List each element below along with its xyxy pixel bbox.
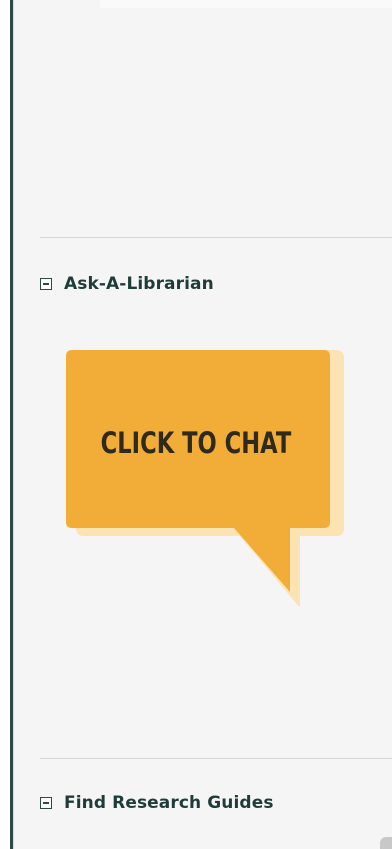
section-title: Find Research Guides (64, 793, 274, 813)
chat-label: CLICK TO CHAT (100, 426, 292, 460)
chat-button[interactable]: CLICK TO CHAT (62, 346, 352, 606)
section-title: Ask-A-Librarian (64, 274, 214, 294)
sidebar-top-strip (100, 0, 392, 8)
section-header-find-research-guides[interactable]: Find Research Guides (40, 791, 274, 815)
collapse-icon[interactable] (40, 797, 52, 809)
chat-bubble-icon (66, 350, 344, 606)
page: Ask-A-Librarian CLICK TO CHAT Find Resea… (0, 0, 392, 849)
section-header-ask-a-librarian[interactable]: Ask-A-Librarian (40, 272, 214, 296)
section-divider (40, 758, 392, 759)
collapse-icon[interactable] (40, 278, 52, 290)
scroll-indicator[interactable] (380, 837, 392, 849)
section-divider (40, 237, 392, 238)
page-edge (0, 0, 10, 849)
